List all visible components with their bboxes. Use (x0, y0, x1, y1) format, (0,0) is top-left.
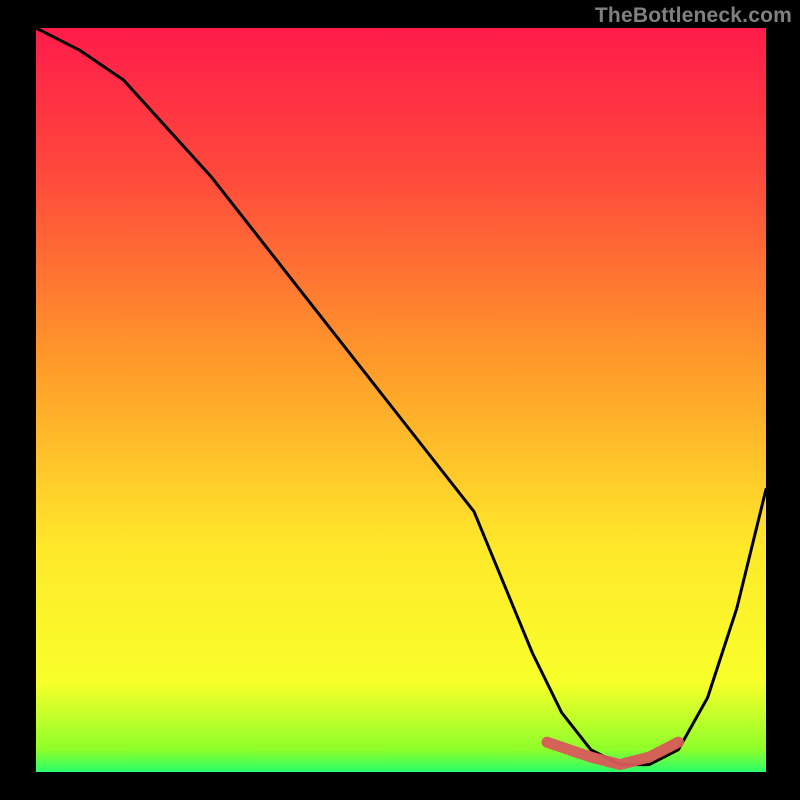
bottleneck-chart (0, 0, 800, 800)
watermark-label: TheBottleneck.com (595, 4, 792, 28)
frame-bottom (0, 772, 800, 800)
frame-left (0, 0, 36, 800)
plot-background (36, 28, 766, 772)
chart-container: TheBottleneck.com (0, 0, 800, 800)
frame-right (766, 0, 800, 800)
